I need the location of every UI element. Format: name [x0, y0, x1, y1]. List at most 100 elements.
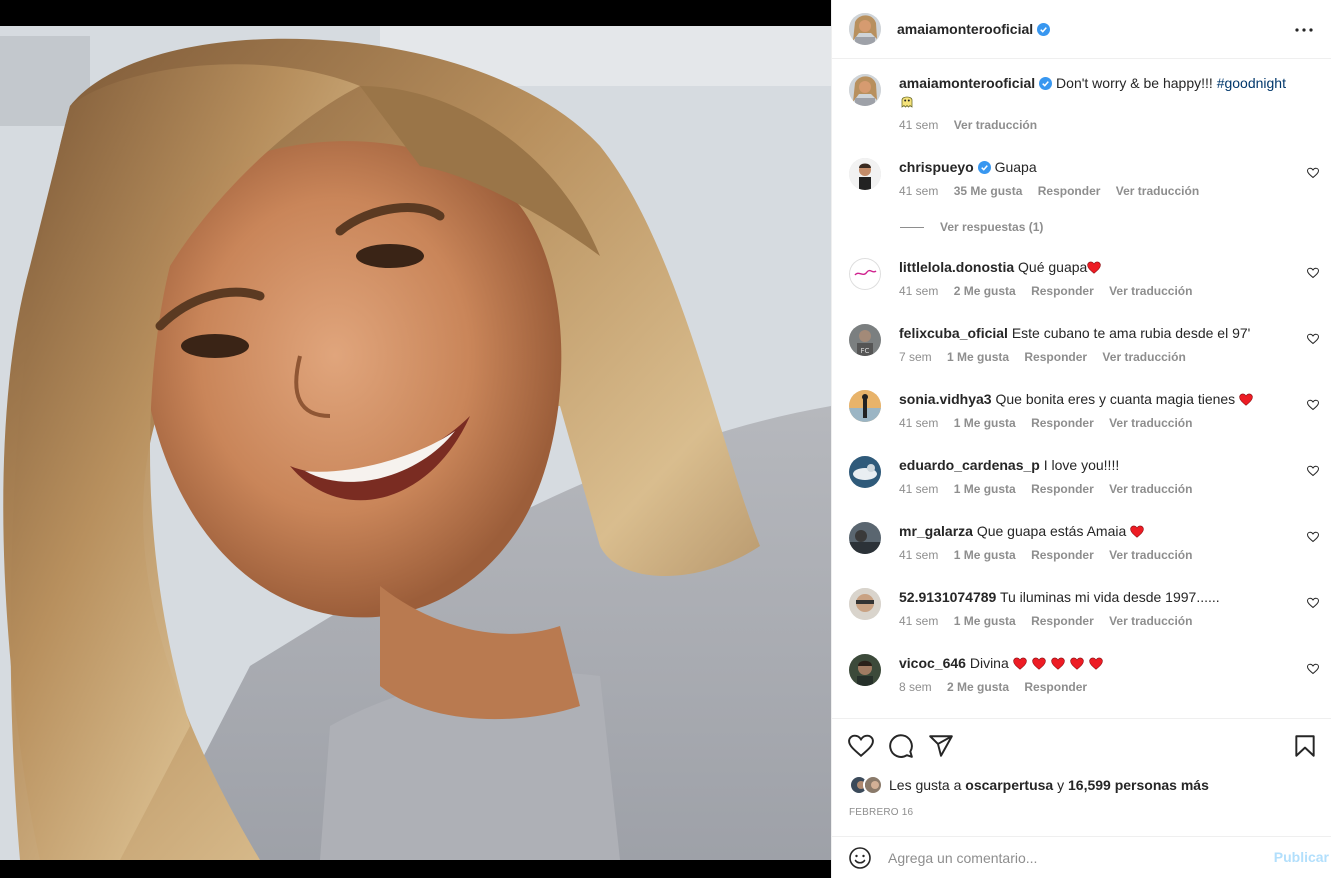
comment-likes-count[interactable]: 1 Me gusta	[954, 548, 1016, 562]
comment-like-icon[interactable]	[1307, 267, 1319, 279]
comment-likes-count[interactable]: 1 Me gusta	[954, 614, 1016, 628]
comment-reply-button[interactable]: Responder	[1031, 416, 1094, 430]
author-username[interactable]: amaiamonterooficial	[897, 21, 1033, 37]
bookmark-icon[interactable]	[1292, 733, 1318, 759]
comment-time[interactable]: 41 sem	[899, 548, 938, 562]
comment-reply-button[interactable]: Responder	[1031, 482, 1094, 496]
caption-username[interactable]: amaiamonterooficial	[899, 75, 1035, 91]
comment-translate-button[interactable]: Ver traducción	[1109, 284, 1192, 298]
comment-username[interactable]: chrispueyo	[899, 159, 974, 175]
comment-avatar-image	[849, 456, 881, 488]
share-icon[interactable]	[928, 733, 954, 759]
comment-time[interactable]: 41 sem	[899, 284, 938, 298]
comment-avatar[interactable]	[849, 258, 881, 290]
comment-username[interactable]: vicoc_646	[899, 655, 966, 671]
comments-list[interactable]: amaiamonterooficial Don't worry & be hap…	[832, 60, 1331, 717]
comment-time[interactable]: 8 sem	[899, 680, 932, 694]
comment-translate-button[interactable]: Ver traducción	[1109, 416, 1192, 430]
comment-username[interactable]: littlelola.donostia	[899, 259, 1014, 275]
comment-translate-button[interactable]: Ver traducción	[1109, 614, 1192, 628]
view-replies-button[interactable]: Ver respuestas (1)	[900, 220, 1043, 234]
comment-avatar-image	[849, 158, 881, 190]
comment-like-icon[interactable]	[1307, 167, 1319, 179]
comment-time[interactable]: 41 sem	[899, 482, 938, 496]
likes-text: Les gusta a oscarpertusa y 16,599 person…	[889, 777, 1209, 793]
comment-body: eduardo_cardenas_p I love you!!!! 41 sem…	[899, 456, 1299, 496]
comment-avatar[interactable]	[849, 456, 881, 488]
more-options-button[interactable]	[1292, 18, 1316, 42]
comment-username[interactable]: felixcuba_oficial	[899, 325, 1008, 341]
likes-summary: Les gusta a oscarpertusa y 16,599 person…	[849, 775, 1209, 795]
comment-text: Este cubano te ama rubia desde el 97'	[1011, 325, 1251, 341]
comment-translate-button[interactable]: Ver traducción	[1109, 482, 1192, 496]
verified-badge-icon	[1037, 22, 1051, 36]
comment-meta: 8 sem 2 Me gusta Responder	[899, 678, 1299, 694]
comment-username[interactable]: mr_galarza	[899, 523, 973, 539]
liker-avatar[interactable]	[863, 775, 883, 795]
author-avatar[interactable]	[849, 13, 881, 45]
view-replies-label: Ver respuestas (1)	[940, 220, 1044, 234]
post-photo[interactable]	[0, 26, 831, 860]
publish-button[interactable]: Publicar	[1274, 849, 1329, 865]
comment-row: 52.9131074789 Tu iluminas mi vida desde …	[849, 588, 1319, 638]
comment-translate-button[interactable]: Ver traducción	[1102, 350, 1185, 364]
caption-translate-button[interactable]: Ver traducción	[954, 118, 1037, 132]
comment-avatar[interactable]	[849, 522, 881, 554]
post-modal: amaiamonterooficial amaiamonterooficial …	[0, 0, 1331, 878]
comment-like-icon[interactable]	[1307, 399, 1319, 411]
liker-avatar-image	[865, 777, 881, 793]
comment-likes-count[interactable]: 2 Me gusta	[947, 680, 1009, 694]
post-date[interactable]: FEBRERO 16	[849, 807, 913, 818]
comment-username[interactable]: 52.9131074789	[899, 589, 996, 605]
comment-likes-count[interactable]: 35 Me gusta	[954, 184, 1023, 198]
comment-translate-button[interactable]: Ver traducción	[1109, 548, 1192, 562]
caption-text: Don't worry & be happy!!!	[1056, 75, 1217, 91]
comment-time[interactable]: 7 sem	[899, 350, 932, 364]
comment-icon[interactable]	[888, 733, 914, 759]
comment-like-icon[interactable]	[1307, 597, 1319, 609]
comment-likes-count[interactable]: 1 Me gusta	[954, 416, 1016, 430]
like-icon[interactable]	[848, 733, 874, 759]
caption-time[interactable]: 41 sem	[899, 118, 938, 132]
comment-likes-count[interactable]: 2 Me gusta	[954, 284, 1016, 298]
comment-reply-button[interactable]: Responder	[1031, 614, 1094, 628]
comment-like-icon[interactable]	[1307, 465, 1319, 477]
comment-reply-button[interactable]: Responder	[1024, 680, 1087, 694]
comment-reply-button[interactable]: Responder	[1031, 548, 1094, 562]
caption-hashtag[interactable]: #goodnight	[1217, 75, 1286, 91]
comment-time[interactable]: 41 sem	[899, 614, 938, 628]
comment-time[interactable]: 41 sem	[899, 184, 938, 198]
comment-row: mr_galarza Que guapa estás Amaia 41 sem …	[849, 522, 1319, 572]
emoji-picker-icon[interactable]	[848, 846, 872, 870]
comment-text: Que guapa estás Amaia	[976, 523, 1131, 539]
comment-text: Qué guapa	[1018, 259, 1088, 275]
comment-translate-button[interactable]: Ver traducción	[1116, 184, 1199, 198]
red-heart-emoji-icon	[1031, 657, 1046, 670]
post-side-panel: amaiamonterooficial amaiamonterooficial …	[831, 0, 1331, 878]
comment-avatar[interactable]: FC	[849, 324, 881, 356]
comment-avatar[interactable]	[849, 588, 881, 620]
comment-like-icon[interactable]	[1307, 663, 1319, 675]
caption-avatar[interactable]	[849, 74, 881, 106]
comment-reply-button[interactable]: Responder	[1024, 350, 1087, 364]
comment-avatar[interactable]	[849, 158, 881, 190]
comment-reply-button[interactable]: Responder	[1031, 284, 1094, 298]
comment-text: Que bonita eres y cuanta magia tienes	[995, 391, 1240, 407]
comment-likes-count[interactable]: 1 Me gusta	[947, 350, 1009, 364]
comment-input[interactable]	[888, 847, 1248, 869]
verified-badge-icon	[1039, 77, 1053, 90]
comment-avatar[interactable]	[849, 654, 881, 686]
comment-like-icon[interactable]	[1307, 531, 1319, 543]
comment-like-icon[interactable]	[1307, 333, 1319, 345]
comment-time[interactable]: 41 sem	[899, 416, 938, 430]
comment-username[interactable]: eduardo_cardenas_p	[899, 457, 1040, 473]
comment-body: littlelola.donostia Qué guapa 41 sem 2 M…	[899, 258, 1299, 298]
liker-username[interactable]: oscarpertusa	[965, 777, 1053, 793]
comment-avatar[interactable]	[849, 390, 881, 422]
likes-count-link[interactable]: 16,599 personas más	[1068, 777, 1209, 793]
svg-text:FC: FC	[861, 347, 870, 355]
comment-likes-count[interactable]: 1 Me gusta	[954, 482, 1016, 496]
red-heart-emoji-icon	[1069, 657, 1084, 670]
comment-username[interactable]: sonia.vidhya3	[899, 391, 992, 407]
comment-reply-button[interactable]: Responder	[1038, 184, 1101, 198]
